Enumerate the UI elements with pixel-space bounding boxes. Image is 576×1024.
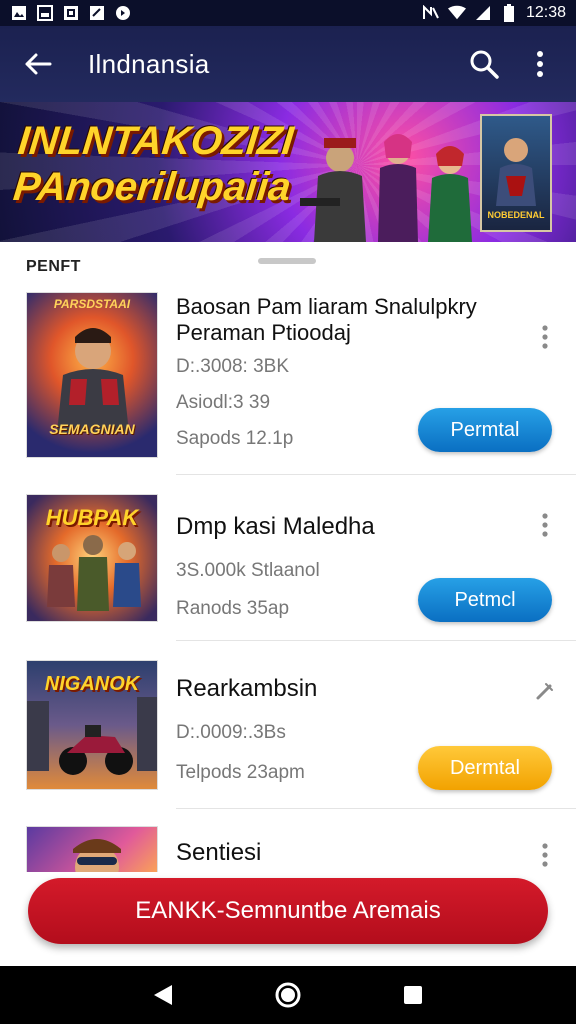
thumbnail-title: HUBPAK (45, 505, 139, 530)
banner-heroes-illustration (300, 134, 472, 242)
battery-icon (500, 4, 518, 22)
install-button[interactable]: Dermtal (418, 746, 552, 790)
list-item[interactable]: Sentiesi (0, 826, 576, 872)
edit-pencil-icon[interactable] (530, 676, 560, 706)
home-circle-icon[interactable] (268, 975, 308, 1015)
photo-icon (10, 4, 28, 22)
back-arrow-icon[interactable] (18, 44, 58, 84)
game-thumbnail[interactable]: PARSDSTAAI SEMAGNIAN (26, 292, 158, 458)
item-meta-time: Telpods 23apm (176, 762, 305, 783)
status-left-icons (10, 4, 132, 22)
primary-action-button[interactable]: EANKK-Semnuntbe Aremais (28, 878, 548, 944)
hero-soldier (300, 138, 366, 242)
system-nav-bar (0, 966, 576, 1024)
banner-headline: INLNTAKOZIZI PAnoerilupaiia (11, 118, 298, 210)
more-vert-icon[interactable] (530, 510, 560, 540)
more-vert-icon[interactable] (522, 46, 558, 82)
list-item[interactable]: HUBPAK Dmp kasi Maledha 3S.000k Stlaanol… (0, 494, 576, 644)
list-item[interactable]: NIGANOK Rearkambsin D:.0009:.3Bs Telpods… (0, 658, 576, 809)
status-time: 12:38 (525, 4, 566, 21)
drag-handle[interactable] (258, 258, 316, 264)
banner-headline-line2: PAnoerilupaiia (11, 165, 293, 209)
item-title: Sentiesi (176, 839, 262, 866)
search-icon[interactable] (466, 46, 502, 82)
wifi-icon (447, 4, 466, 22)
banner-headline-line1: INLNTAKOZIZI (16, 119, 296, 163)
back-triangle-icon[interactable] (143, 975, 183, 1015)
item-title: Dmp kasi Maledha (176, 513, 375, 540)
page-title: Ilndnansia (88, 48, 210, 79)
item-meta-time: Sapods 12.1p (176, 428, 294, 449)
thumbnail-hero-face-art (73, 839, 121, 872)
item-meta-size: 3S.000k Stlaanol (176, 560, 320, 581)
banner-game-cover[interactable]: NOBEDENAL (480, 114, 552, 232)
list-item[interactable]: PARSDSTAAI SEMAGNIAN Baosan Pam liaram S… (0, 290, 576, 476)
more-vert-icon[interactable] (530, 840, 560, 870)
game-thumbnail[interactable]: HUBPAK (26, 494, 158, 622)
game-thumbnail[interactable]: NIGANOK (26, 660, 158, 790)
game-thumbnail[interactable] (26, 826, 158, 872)
thumbnail-title: SEMAGNIAN (49, 421, 135, 437)
chat-icon (114, 4, 132, 22)
document-icon (88, 4, 106, 22)
nfc-icon (422, 4, 440, 22)
promo-banner[interactable]: INLNTAKOZIZI PAnoerilupaiia NOBEDENAL (0, 102, 576, 242)
row-divider (176, 474, 576, 475)
item-title: Baosan Pam liaram Snalulpkry Peraman Pti… (176, 294, 477, 345)
item-title: Rearkambsin (176, 675, 318, 702)
thumbnail-title: NIGANOK (44, 673, 140, 695)
banner-cover-label: NOBEDENAL (487, 210, 545, 220)
item-meta-rating: Asiodl:3 39 (176, 392, 271, 413)
recents-square-icon[interactable] (393, 975, 433, 1015)
gallery-icon (62, 4, 80, 22)
item-meta-time: Ranods 35ap (176, 598, 290, 619)
install-button[interactable]: Petmcl (418, 578, 552, 622)
status-right: 12:38 (422, 4, 566, 22)
thumbnail-top-text: PARSDSTAAI (53, 297, 131, 311)
content-sheet: PENFT PARSDSTAAI SEMAGNIAN Baosan Pam li… (0, 242, 576, 872)
hero-pink (378, 134, 418, 242)
row-divider (176, 640, 576, 641)
row-divider (176, 808, 576, 809)
item-meta-size: D:.3008: 3BK (176, 356, 290, 377)
hero-red (428, 146, 472, 242)
bottom-action-area: EANKK-Semnuntbe Aremais (0, 872, 576, 966)
install-button[interactable]: Permtal (418, 408, 552, 452)
signal-icon (474, 4, 492, 22)
screen: 12:38 Ilndnansia INLNTAKOZIZI PAnoerilup… (0, 0, 576, 1024)
app-bar: Ilndnansia (0, 26, 576, 102)
item-meta-size: D:.0009:.3Bs (176, 722, 286, 743)
status-bar: 12:38 (0, 0, 576, 26)
section-label: PENFT (26, 258, 81, 275)
more-vert-icon[interactable] (530, 322, 560, 352)
app-bar-actions (466, 46, 558, 82)
image-icon (36, 4, 54, 22)
